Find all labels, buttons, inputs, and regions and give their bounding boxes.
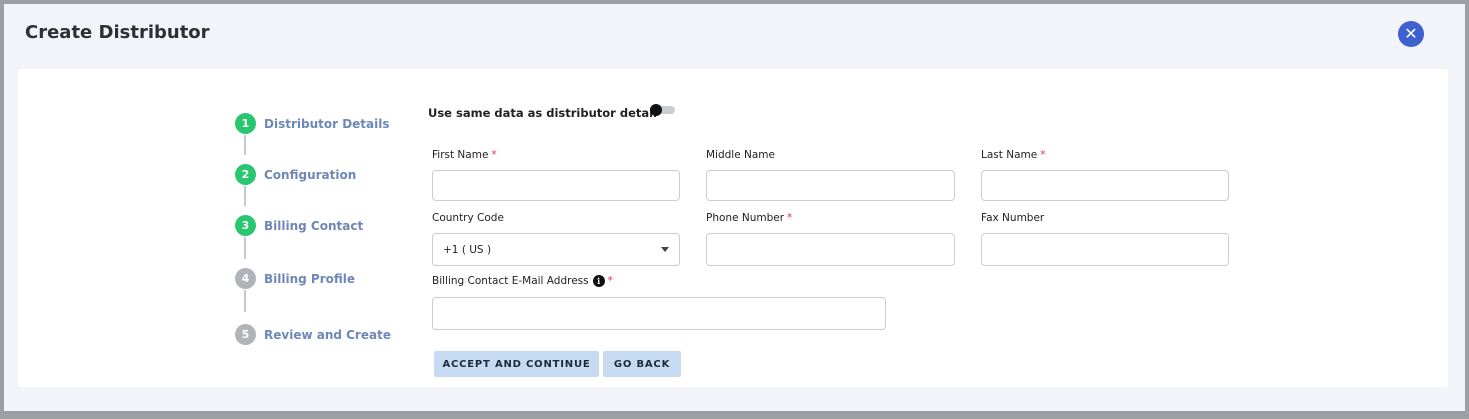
step-connector — [244, 186, 246, 206]
fax-number-label: Fax Number — [981, 212, 1044, 224]
info-icon[interactable]: i — [592, 275, 605, 287]
toggle-knob — [650, 104, 662, 116]
fax-number-input[interactable] — [981, 233, 1229, 266]
step-label: Billing Profile — [264, 271, 356, 286]
step-connector — [244, 135, 246, 155]
country-code-value: +1 ( US ) — [443, 243, 492, 256]
middle-name-label: Middle Name — [706, 149, 775, 161]
step-label: Review and Create — [264, 327, 391, 342]
middle-name-input[interactable] — [706, 170, 955, 201]
step-number: 1 — [235, 113, 256, 134]
close-icon[interactable]: ✕ — [1398, 21, 1424, 47]
step-number: 3 — [235, 215, 256, 236]
step-number: 2 — [235, 164, 256, 185]
step-billing-profile[interactable]: 4 Billing Profile — [235, 268, 355, 289]
last-name-label: Last Name * — [981, 149, 1045, 161]
phone-number-input[interactable] — [706, 233, 955, 266]
first-name-label: First Name * — [432, 149, 497, 161]
modal-title: Create Distributor — [25, 22, 210, 43]
fax-number-label-text: Fax Number — [981, 212, 1045, 224]
chevron-down-icon — [661, 247, 669, 252]
phone-number-label-text: Phone Number — [706, 212, 785, 224]
first-name-input[interactable] — [432, 170, 680, 201]
country-code-label-text: Country Code — [432, 212, 504, 224]
step-distributor-details[interactable]: 1 Distributor Details — [235, 113, 390, 134]
last-name-label-text: Last Name — [981, 149, 1038, 161]
same-data-toggle[interactable] — [650, 104, 675, 116]
country-code-select[interactable]: +1 ( US ) — [432, 233, 680, 266]
required-marker: * — [1040, 149, 1046, 161]
form-card: 1 Distributor Details 2 Configuration 3 … — [18, 69, 1448, 387]
email-label-text: Billing Contact E-Mail Address — [432, 275, 589, 287]
step-number: 4 — [235, 268, 256, 289]
accept-and-continue-button[interactable]: ACCEPT AND CONTINUE — [434, 351, 599, 377]
step-connector — [244, 237, 246, 259]
middle-name-label-text: Middle Name — [706, 149, 775, 161]
create-distributor-modal: Create Distributor ✕ 1 Distributor Detai… — [4, 4, 1465, 411]
step-configuration[interactable]: 2 Configuration — [235, 164, 356, 185]
step-review-and-create[interactable]: 5 Review and Create — [235, 324, 391, 345]
step-number: 5 — [235, 324, 256, 345]
step-connector — [244, 290, 246, 312]
first-name-label-text: First Name — [432, 149, 489, 161]
phone-number-label: Phone Number * — [706, 212, 792, 224]
step-label: Billing Contact — [264, 218, 364, 233]
required-marker: * — [607, 275, 613, 287]
email-label: Billing Contact E-Mail Address i * — [432, 275, 613, 287]
step-label: Distributor Details — [264, 116, 390, 131]
go-back-button[interactable]: GO BACK — [603, 351, 681, 377]
required-marker: * — [787, 212, 793, 224]
same-data-label: Use same data as distributor detail — [428, 106, 658, 120]
step-billing-contact[interactable]: 3 Billing Contact — [235, 215, 363, 236]
last-name-input[interactable] — [981, 170, 1229, 201]
required-marker: * — [491, 149, 497, 161]
step-label: Configuration — [264, 167, 357, 182]
email-input[interactable] — [432, 297, 886, 330]
country-code-label: Country Code — [432, 212, 504, 224]
